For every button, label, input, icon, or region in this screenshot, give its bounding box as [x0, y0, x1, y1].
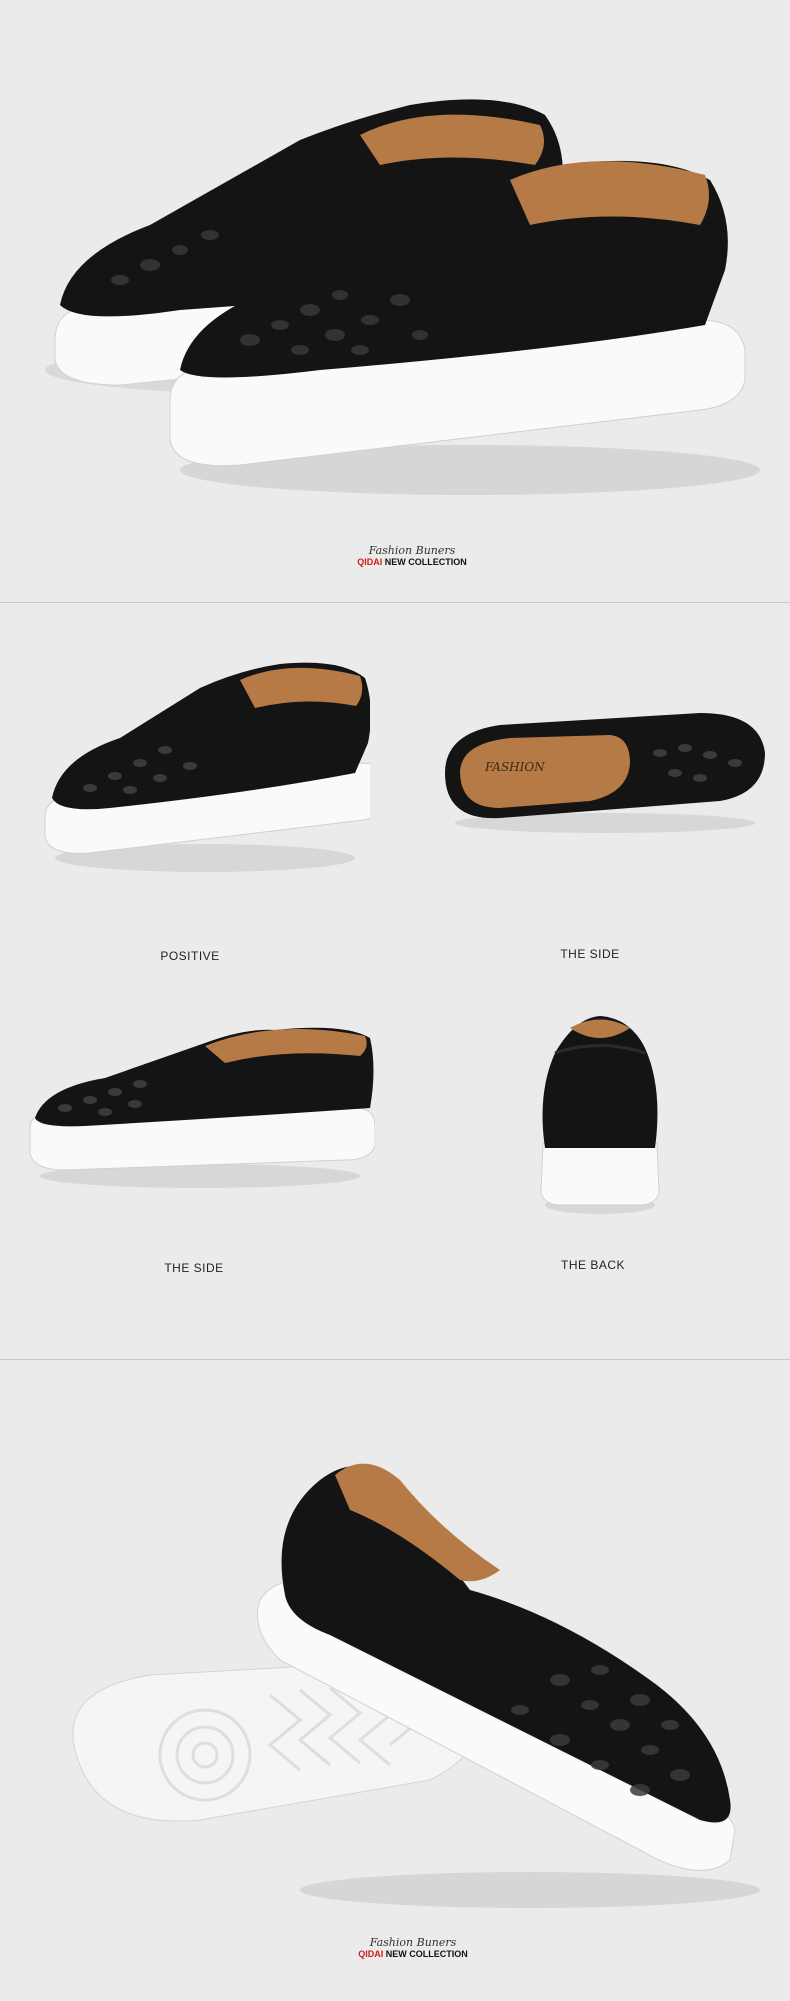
brand-name: QIDAI	[357, 557, 383, 567]
shoe-back-image	[540, 1016, 660, 1214]
brand-collection: NEW COLLECTION	[385, 1949, 468, 1959]
shoe-insole-image: FASHION	[445, 713, 765, 833]
shoe-sole-and-side-image	[72, 1463, 760, 1908]
shoe-positive-image	[44, 662, 370, 872]
brand-script: Fashion Buners	[368, 544, 456, 557]
views-section: POSITIVE FASHION THE SIDE THE SIDE THE B…	[0, 603, 790, 1359]
insole-brand-text: FASHION	[484, 760, 545, 774]
view-label-side-1: THE SIDE	[560, 947, 620, 961]
brand-collection: NEW COLLECTION	[384, 557, 467, 567]
hero-section-bottom: Fashion Buners QIDAI NEW COLLECTION	[0, 1360, 790, 2001]
view-label-back: THE BACK	[560, 1258, 625, 1272]
shoe-pair-image	[45, 99, 760, 495]
view-label-positive: POSITIVE	[160, 949, 220, 963]
brand-logo: Fashion Buners QIDAI NEW COLLECTION	[343, 1937, 483, 1960]
view-label-side-2: THE SIDE	[164, 1261, 224, 1275]
shoe-side-image	[29, 1027, 375, 1188]
brand-logo: Fashion Buners QIDAI NEW COLLECTION	[342, 545, 482, 568]
brand-script: Fashion Buners	[369, 1936, 457, 1949]
brand-name: QIDAI	[358, 1949, 384, 1959]
hero-section-top: Fashion Buners QIDAI NEW COLLECTION	[0, 0, 790, 602]
